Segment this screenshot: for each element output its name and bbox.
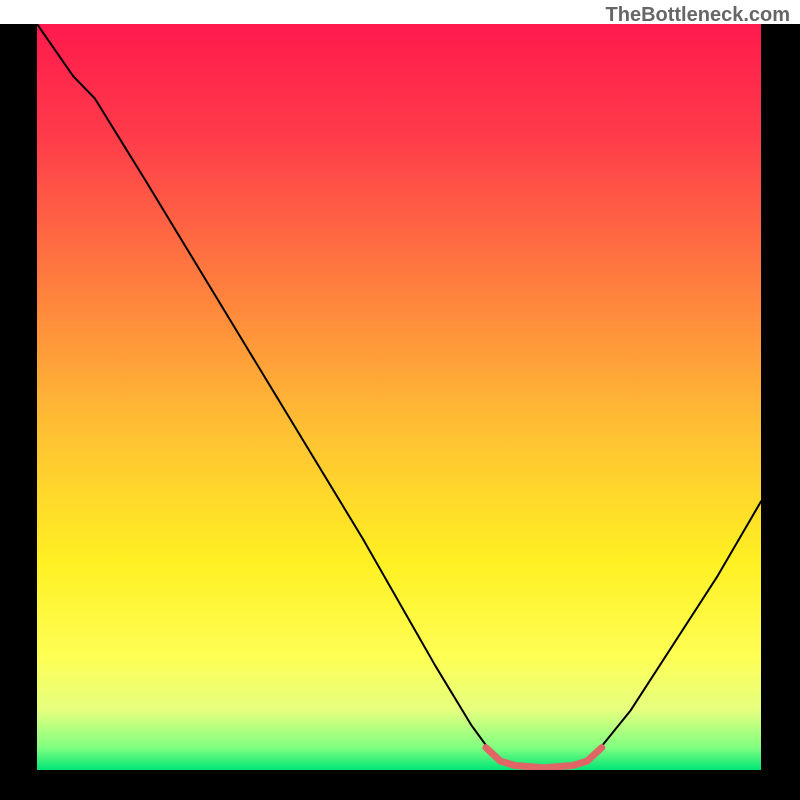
- watermark-text: TheBottleneck.com: [606, 4, 790, 27]
- bottleneck-chart: [0, 0, 800, 800]
- chart-container: TheBottleneck.com: [0, 0, 800, 800]
- gradient-background: [37, 24, 761, 770]
